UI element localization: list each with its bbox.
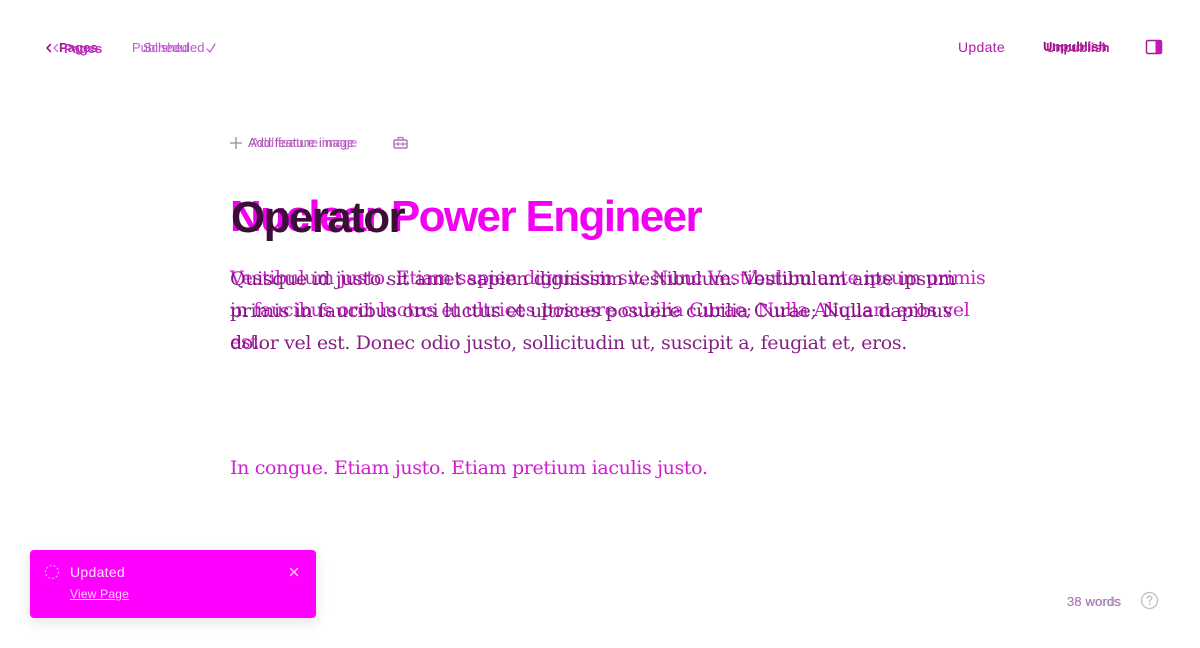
spinner-icon — [44, 564, 60, 580]
unpublish-label-shadow: Unpublish — [1046, 40, 1110, 55]
post-title-field[interactable]: Nuclear Power Engineer Operator — [230, 188, 990, 252]
sidebar-toggle-icon — [1145, 38, 1163, 56]
check-icon — [206, 41, 216, 53]
status-label-shadow: Scheduled — [143, 40, 205, 55]
help-icon[interactable] — [1140, 591, 1159, 610]
view-page-link[interactable]: View Page — [70, 585, 129, 603]
body-paragraph-1-shadow: Quisque id justo sit amet sapien digniss… — [230, 268, 956, 354]
body-paragraph-2[interactable]: In congue. Etiam justo. Etiam pretium ia… — [230, 452, 990, 484]
add-feature-image-row[interactable]: Add feature image Add feature image — [229, 133, 429, 153]
snippet-icon[interactable] — [392, 134, 409, 151]
toast-title: Updated — [70, 564, 126, 580]
post-title-shadow: Operator — [231, 193, 406, 242]
word-count-label-shadow: 36 words — [1067, 594, 1120, 609]
word-count: 38 words 36 words — [1067, 592, 1137, 610]
unpublish-button[interactable]: Unpublish Unpublish — [1043, 37, 1123, 57]
sidebar-toggle-button[interactable] — [1145, 38, 1163, 56]
add-feature-image-label-shadow: Add feature image — [251, 135, 358, 150]
plus-icon — [229, 136, 243, 150]
update-toast: Updated View Page — [30, 550, 316, 618]
update-button[interactable]: Update — [958, 37, 1005, 57]
page: Pages Pages Published Scheduled Update U… — [0, 0, 1200, 648]
post-status: Published Scheduled — [132, 38, 232, 58]
back-label-shadow: Pages — [64, 41, 103, 56]
close-icon[interactable] — [286, 564, 302, 580]
